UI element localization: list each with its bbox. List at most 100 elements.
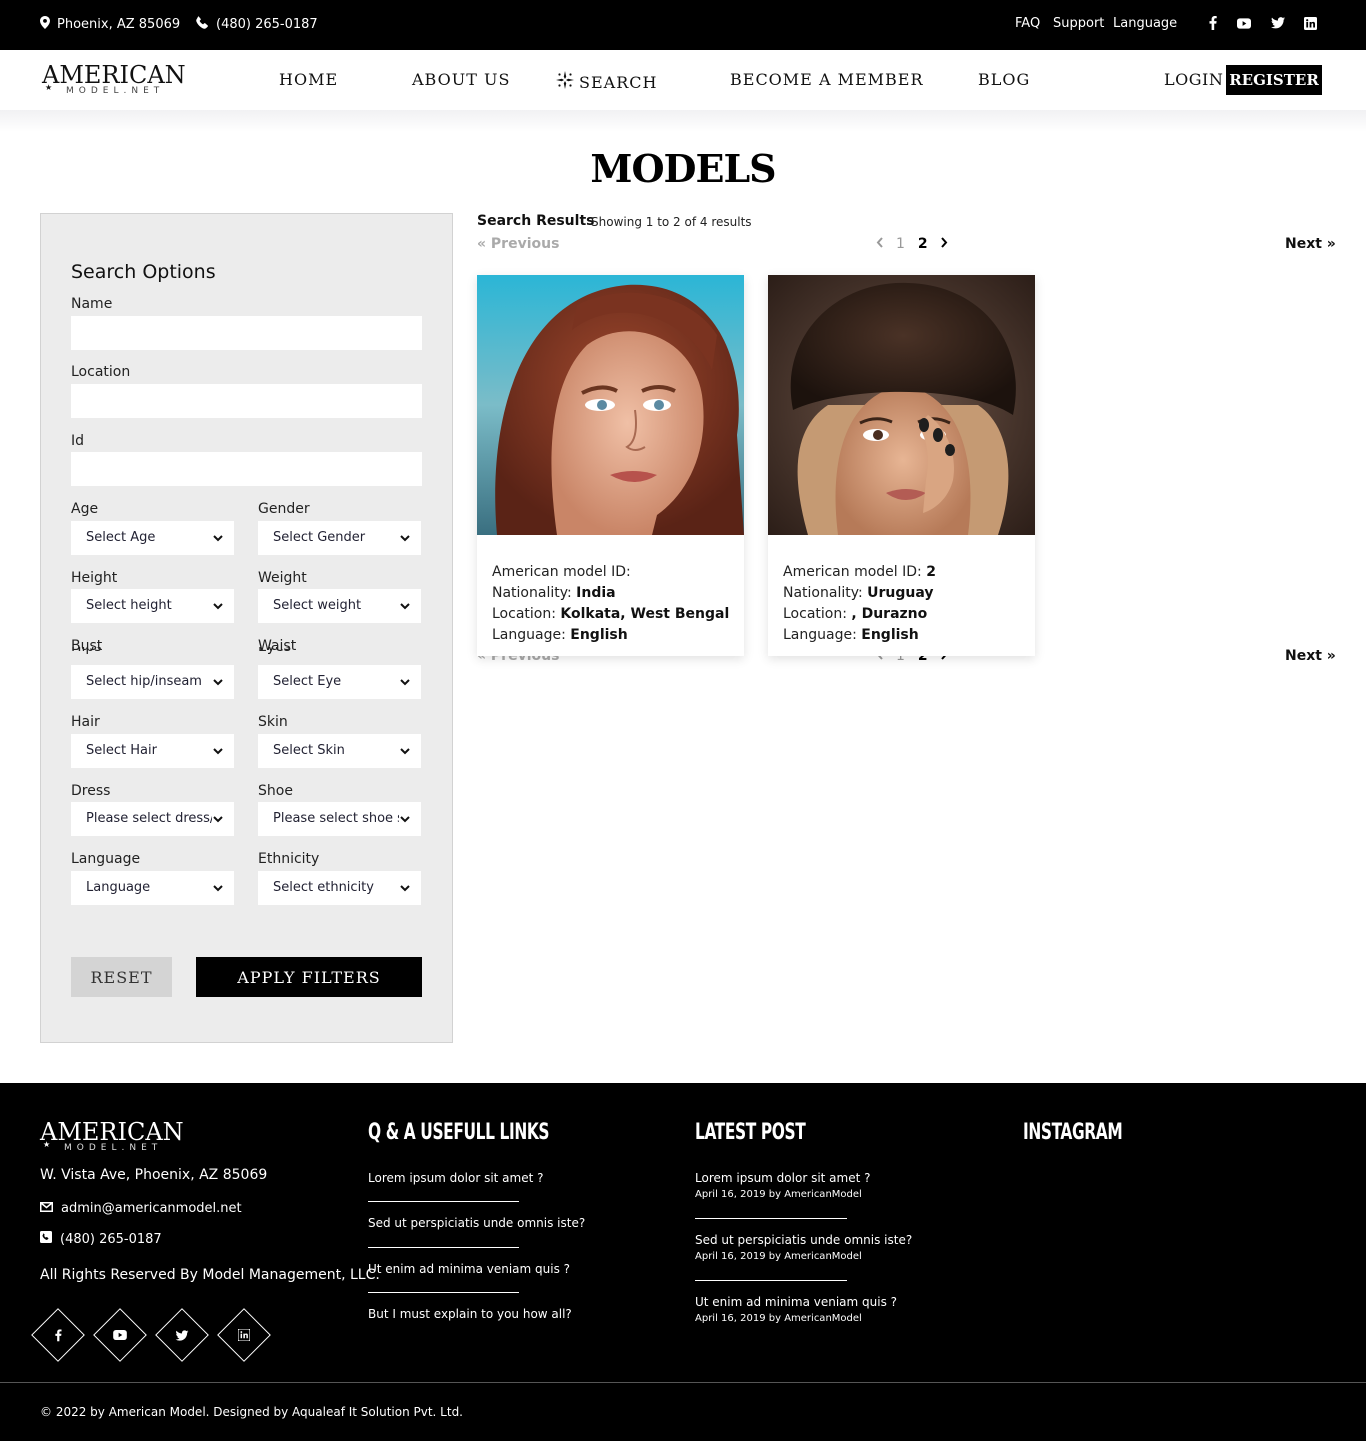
weight-select-value: Select weight [273,598,362,613]
chevron-down-icon [212,665,224,699]
envelope-icon [40,1201,53,1216]
location-label: Location [71,364,131,380]
model-card[interactable]: American model ID: 2 Nationality: Urugua… [768,275,1035,656]
ethnicity-select[interactable]: Select ethnicity [258,871,421,905]
chevron-right-icon[interactable] [940,236,948,252]
footer-youtube-button[interactable] [93,1308,147,1362]
eyes-select[interactable]: Select Eye [258,665,421,699]
chevron-down-icon [212,521,224,555]
divider [368,1292,519,1293]
footer-linkedin-button[interactable] [217,1308,271,1362]
footer-facebook-button[interactable] [31,1308,85,1362]
topbar-location-text: Phoenix, AZ 85069 [57,17,181,32]
latest-post-title[interactable]: Sed ut perspiciatis unde omnis iste? [695,1233,912,1247]
dress-select-value: Please select dress/ [86,811,215,826]
dress-select[interactable]: Please select dress/ [71,802,234,836]
nav-become-member[interactable]: BECOME A MEMBER [730,70,924,89]
footer-link[interactable]: But I must explain to you how all? [368,1307,572,1321]
footer-twitter-button[interactable] [155,1308,209,1362]
facebook-icon[interactable] [1206,16,1220,30]
nav-shadow [0,110,1366,132]
model-card[interactable]: American model ID: Nationality: India Lo… [477,275,744,656]
logo-star-icon: ★ [43,1140,51,1149]
chevron-down-icon [399,521,411,555]
model-info: American model ID: Nationality: India Lo… [492,562,729,646]
footer-link[interactable]: Lorem ipsum dolor sit amet ? [368,1171,544,1185]
divider [368,1201,519,1202]
footer-logo[interactable]: AMERICAN ★ MODEL.NET [40,1119,184,1155]
height-select-value: Select height [86,598,172,613]
support-link[interactable]: Support [1053,16,1104,31]
map-pin-icon [40,16,50,33]
model-location-row: Location: , Durazno [783,606,928,622]
height-select[interactable]: Select height [71,589,234,623]
latest-post-heading: LATEST POST [695,1120,806,1145]
next-page-link-bottom[interactable]: Next » [1285,648,1336,664]
linkedin-icon [238,1329,250,1341]
chevron-left-icon[interactable] [876,236,883,252]
next-page-link[interactable]: Next » [1285,236,1336,252]
skin-select[interactable]: Select Skin [258,734,421,768]
id-input[interactable] [71,452,422,486]
hair-select[interactable]: Select Hair [71,734,234,768]
name-input[interactable] [71,316,422,350]
model-location-row: Location: Kolkata, West Bengal [492,606,730,622]
page-1-link[interactable]: 1 [896,236,905,252]
apply-filters-button[interactable]: APPLY FILTERS [196,957,422,997]
model-photo[interactable] [768,275,1035,535]
gender-select[interactable]: Select Gender [258,521,421,555]
age-label: Age [71,501,99,517]
nav-search-label: SEARCH [579,72,658,92]
age-select[interactable]: Select Age [71,521,234,555]
login-link[interactable]: LOGIN [1164,70,1223,89]
site-footer: AMERICAN ★ MODEL.NET W. Vista Ave, Phoen… [0,1083,1366,1441]
sparkle-icon [555,70,575,94]
twitter-icon [175,1329,189,1341]
latest-post-title[interactable]: Ut enim ad minima veniam quis ? [695,1295,897,1309]
instagram-heading: INSTAGRAM [1023,1120,1123,1145]
twitter-icon[interactable] [1271,16,1285,30]
eyes-select-value: Select Eye [273,674,342,689]
footer-email-row[interactable]: admin@americanmodel.net [40,1201,242,1216]
nav-home[interactable]: HOME [279,70,338,89]
page-2-current[interactable]: 2 [918,236,928,252]
skin-label: Skin [258,714,288,730]
model-language-row: Language: English [492,627,628,643]
footer-link[interactable]: Sed ut perspiciatis unde omnis iste? [368,1216,585,1230]
phone-square-icon [40,1231,52,1247]
linkedin-icon[interactable] [1303,16,1317,30]
chevron-down-icon [212,871,224,905]
chevron-down-icon [399,589,411,623]
site-logo[interactable]: AMERICAN ★ MODEL.NET [42,61,186,98]
latest-post-title[interactable]: Lorem ipsum dolor sit amet ? [695,1171,871,1185]
gender-label: Gender [258,501,310,517]
register-button[interactable]: REGISTER [1226,65,1322,95]
model-nationality-row: Nationality: Uruguay [783,585,934,601]
reset-button[interactable]: RESET [71,957,172,997]
nav-blog[interactable]: BLOG [978,70,1030,89]
footer-phone-row[interactable]: (480) 265-0187 [40,1231,162,1247]
hips-select[interactable]: Select hip/inseam [71,665,234,699]
topbar-phone[interactable]: (480) 265-0187 [196,16,318,33]
logo-sub-text: MODEL.NET [66,86,165,96]
previous-page-link[interactable]: « Previous [477,236,559,252]
main-nav: AMERICAN ★ MODEL.NET HOME ABOUT US SEARC… [0,50,1366,110]
language-link[interactable]: Language [1113,16,1177,31]
nav-search[interactable]: SEARCH [555,70,657,94]
youtube-icon[interactable] [1237,16,1251,30]
nav-about-us[interactable]: ABOUT US [412,70,510,89]
dress-label: Dress [71,783,111,799]
language-select[interactable]: Language [71,871,234,905]
location-input[interactable] [71,384,422,418]
weight-select[interactable]: Select weight [258,589,421,623]
shoe-select[interactable]: Please select shoe s [258,802,421,836]
faq-link[interactable]: FAQ [1015,16,1040,31]
footer-divider [0,1382,1366,1383]
logo-main-text: AMERICAN [42,61,186,89]
logo-star-icon: ★ [45,83,53,92]
footer-link[interactable]: Ut enim ad minima veniam quis ? [368,1262,570,1276]
model-photo[interactable] [477,275,744,535]
footer-logo-sub: MODEL.NET [64,1143,163,1153]
latest-post-meta: April 16, 2019 by AmericanModel [695,1313,862,1324]
phone-icon [196,16,209,33]
